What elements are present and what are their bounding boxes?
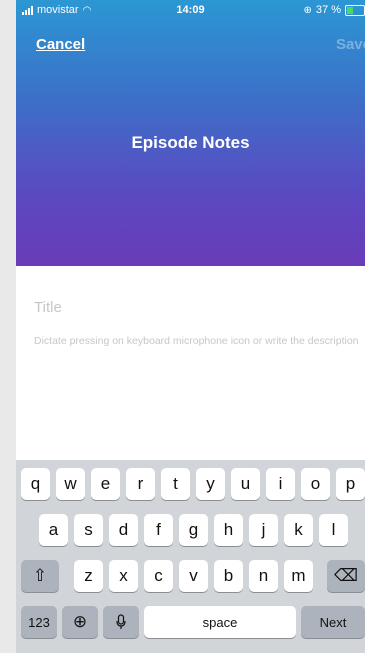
key-g[interactable]: g (179, 514, 208, 546)
key-v[interactable]: v (179, 560, 208, 592)
save-button[interactable]: Save (336, 36, 365, 53)
title-input[interactable] (32, 298, 356, 317)
key-q[interactable]: q (21, 468, 50, 500)
key-m[interactable]: m (284, 560, 313, 592)
page-title: Episode Notes (131, 133, 250, 152)
numbers-key[interactable]: 123 (21, 606, 57, 638)
shift-key[interactable]: ⇧ (21, 560, 59, 592)
key-n[interactable]: n (249, 560, 278, 592)
key-j[interactable]: j (249, 514, 278, 546)
key-p[interactable]: p (336, 468, 365, 500)
key-k[interactable]: k (284, 514, 313, 546)
status-bar: movistar ◠ 14:09 ⊕ 37 % (16, 0, 365, 22)
space-key[interactable]: space (144, 606, 296, 638)
cancel-button[interactable]: Cancel (36, 36, 85, 53)
backspace-icon: ⌫ (333, 566, 359, 585)
key-b[interactable]: b (214, 560, 243, 592)
key-u[interactable]: u (231, 468, 260, 500)
key-e[interactable]: e (91, 468, 120, 500)
key-w[interactable]: w (56, 468, 85, 500)
key-a[interactable]: a (39, 514, 68, 546)
header-banner: movistar ◠ 14:09 ⊕ 37 % Cancel Save Epis… (16, 0, 365, 266)
shift-icon: ⇧ (32, 566, 48, 585)
key-i[interactable]: i (266, 468, 295, 500)
key-r[interactable]: r (126, 468, 155, 500)
globe-key[interactable]: ⊕ (62, 606, 98, 638)
alarm-icon: ⊕ (303, 4, 312, 16)
next-key[interactable]: Next (301, 606, 365, 638)
keyboard: q w e r t y u i o p a s d f g h j k l ⇧ … (16, 460, 365, 653)
dictation-key[interactable] (103, 606, 139, 638)
key-x[interactable]: x (109, 560, 138, 592)
description-input[interactable] (32, 332, 365, 396)
episode-form (16, 266, 365, 461)
key-d[interactable]: d (109, 514, 138, 546)
status-right: ⊕ 37 % (304, 4, 365, 16)
key-h[interactable]: h (214, 514, 243, 546)
key-l[interactable]: l (319, 514, 348, 546)
key-t[interactable]: t (161, 468, 190, 500)
key-o[interactable]: o (301, 468, 330, 500)
battery-icon (345, 4, 365, 16)
microphone-icon (116, 614, 126, 629)
app-screen: movistar ◠ 14:09 ⊕ 37 % Cancel Save Epis… (16, 0, 365, 653)
battery-percent: 37 % (315, 4, 341, 16)
key-s[interactable]: s (74, 514, 103, 546)
key-f[interactable]: f (144, 514, 173, 546)
key-c[interactable]: c (144, 560, 173, 592)
backspace-key[interactable]: ⌫ (327, 560, 365, 592)
key-y[interactable]: y (196, 468, 225, 500)
globe-icon: ⊕ (72, 612, 88, 631)
key-z[interactable]: z (74, 560, 103, 592)
